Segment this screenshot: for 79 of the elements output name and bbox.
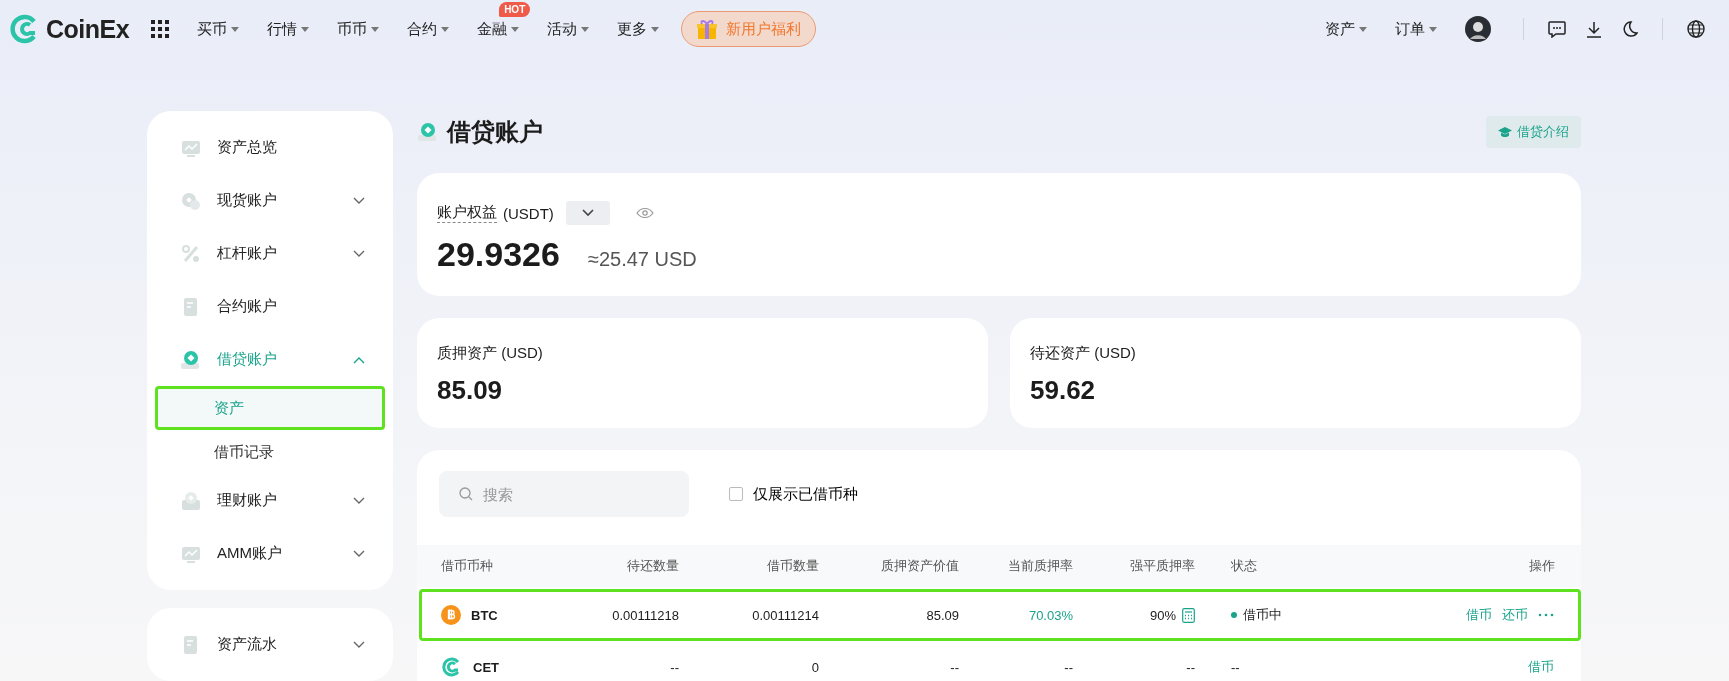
coin-name: CET [473, 659, 499, 675]
hot-badge: HOT [499, 1, 531, 17]
chevron-icon[interactable] [353, 640, 365, 649]
eye-icon[interactable] [635, 207, 654, 219]
nav-menu-item[interactable]: 买币 [183, 13, 254, 45]
logo-text[interactable]: CoinEx [46, 14, 130, 44]
chat-icon[interactable] [1548, 20, 1566, 38]
column-header: 强平质押率 [1129, 557, 1195, 575]
sidebar-subitem[interactable]: 借币记录 [155, 430, 385, 474]
nav-menu-item[interactable]: 活动 [533, 13, 604, 45]
nav-menu-item[interactable]: 合约 [393, 13, 464, 45]
table-cell-text: 0.00111214 [751, 607, 819, 623]
gift-icon [696, 18, 719, 40]
avatar-icon[interactable] [1465, 16, 1491, 42]
equity-value: 29.9326 [437, 235, 560, 274]
page-title: 借贷账户 [447, 117, 544, 147]
globe-icon[interactable] [1687, 20, 1705, 38]
column-header: 当前质押率 [1007, 557, 1073, 575]
coin-hand-icon [180, 348, 202, 371]
nav-menu-item[interactable]: 更多 [603, 13, 674, 45]
column-header: 状态 [1230, 557, 1258, 575]
status-text: 借币中 [1243, 606, 1282, 624]
only-borrowed-checkbox[interactable]: 仅展示已借币种 [729, 484, 858, 504]
graduation-cap-icon [1498, 126, 1512, 138]
nav-menu-item[interactable]: 订单 [1381, 13, 1451, 45]
coin-hand-icon [417, 121, 439, 143]
nav-menu-item[interactable]: 币币 [323, 13, 394, 45]
checkbox[interactable] [729, 487, 743, 501]
calculator-icon[interactable] [1182, 607, 1195, 623]
safe-icon [180, 489, 202, 512]
chevron-icon[interactable] [353, 549, 365, 558]
table-cell-text: -- [949, 659, 959, 675]
currency-dropdown[interactable] [565, 201, 610, 225]
search-icon [459, 487, 473, 501]
nav-menu-item[interactable]: 行情 [253, 13, 324, 45]
sidebar-item[interactable]: 理财账户 [147, 474, 393, 527]
equity-usd-value: ≈25.47 USD [587, 248, 697, 271]
chevron-icon[interactable] [353, 249, 365, 258]
status-text: -- [1231, 659, 1240, 675]
table-cell-text: 70.03% [1027, 607, 1073, 623]
column-header: 待还数量 [626, 557, 679, 575]
equity-unit: (USDT) [503, 204, 554, 222]
table-cell: 90% [1149, 607, 1176, 623]
percent-icon [180, 242, 202, 265]
summary-label: 质押资产 (USD) [437, 344, 544, 363]
apps-grid-icon[interactable] [151, 20, 170, 38]
summary-value: 59.62 [1030, 375, 1097, 406]
chevron-icon [581, 209, 594, 217]
table-row[interactable]: BTC 0.00111218 0.00111214 85.09 70.03% 90% 借币中 借币 还币 [419, 589, 1581, 641]
table-cell-text: 0.00111218 [611, 607, 679, 623]
table-cell-text: 0 [810, 659, 819, 675]
sidebar-item[interactable]: 杠杆账户 [147, 227, 393, 280]
equity-label: 账户权益 [437, 203, 497, 223]
sidebar-item[interactable]: 资产总览 [147, 121, 393, 174]
chevron-icon[interactable] [353, 196, 365, 205]
chevron-icon[interactable] [353, 355, 365, 364]
column-header: 质押资产价值 [880, 557, 959, 575]
table-cell: -- [1186, 659, 1195, 675]
table-cell-text: 85.09 [925, 607, 959, 623]
column-header: 操作 [1528, 557, 1555, 575]
sidebar-item[interactable]: AMM账户 [147, 527, 393, 580]
download-icon[interactable] [1586, 20, 1602, 38]
table-cell-text: -- [669, 659, 679, 675]
column-header: 借币数量 [766, 557, 819, 575]
sidebar-item[interactable]: 合约账户 [147, 280, 393, 333]
coin-name: BTC [471, 607, 498, 623]
search-field[interactable]: 搜索 [439, 471, 689, 517]
chevron-icon[interactable] [353, 496, 365, 505]
bitcoin-logo-icon [441, 605, 461, 625]
sidebar-item[interactable]: 现货账户 [147, 174, 393, 227]
moon-icon[interactable] [1622, 20, 1638, 38]
nav-menu-item[interactable]: 资产 [1311, 13, 1381, 45]
sidebar-item[interactable]: 资产流水 [147, 618, 393, 671]
table-row[interactable]: CET -- 0 -- -- -- -- 借币 [419, 641, 1581, 681]
summary-label: 待还资产 (USD) [1030, 344, 1137, 363]
summary-value: 85.09 [437, 375, 504, 406]
more-icon[interactable] [1538, 613, 1554, 617]
table-cell-text: -- [1063, 659, 1073, 675]
column-header: 借币币种 [441, 557, 494, 575]
